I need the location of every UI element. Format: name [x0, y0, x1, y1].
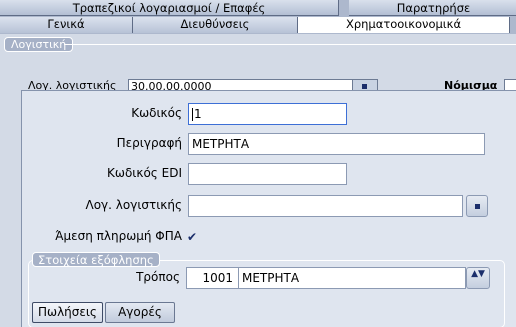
- edi-code-label: Κωδικός EDI: [107, 166, 182, 180]
- account-label: Λογ. λογιστικής: [85, 198, 183, 212]
- description-label: Περιγραφή: [116, 136, 182, 150]
- method-select[interactable]: ΜΕΤΡΗΤΑ: [238, 267, 466, 289]
- text-cursor: [192, 108, 193, 121]
- account-lookup-button[interactable]: [466, 195, 488, 217]
- tab-notes[interactable]: Παρατηρήσε: [349, 0, 516, 16]
- account-row: Λογ. λογιστικής: [22, 195, 183, 217]
- payment-method-popup: Κωδικός 1 Περιγραφή ΜΕΤΡΗΤΑ Κωδικός EDI …: [21, 90, 516, 327]
- code-label: Κωδικός: [131, 106, 182, 120]
- vat-direct-label: Άμεση πληρωμή ΦΠΑ: [55, 229, 182, 243]
- spinner-arrows-icon[interactable]: ▲▼: [466, 267, 490, 289]
- account-input[interactable]: [188, 195, 463, 217]
- dot-icon: [475, 204, 480, 209]
- description-input[interactable]: ΜΕΤΡΗΤΑ: [188, 133, 485, 155]
- tab-bank-accounts-contacts[interactable]: Τραπεζικοί λογαριασμοί / Επαφές: [0, 0, 339, 16]
- vat-row: Άμεση πληρωμή ΦΠΑ: [22, 226, 182, 248]
- section-divider: [64, 44, 516, 45]
- dot-icon: [362, 84, 367, 89]
- accounting-section-caption: Λογιστική: [4, 37, 74, 52]
- edi-code-row: Κωδικός EDI: [22, 163, 182, 185]
- top-tab-bar: Τραπεζικοί λογαριασμοί / Επαφές Παρατηρή…: [0, 0, 516, 16]
- tab-financial[interactable]: Χρηματοοικονομικά: [298, 17, 510, 33]
- edi-code-input[interactable]: [188, 163, 347, 185]
- code-input[interactable]: 1: [188, 103, 347, 125]
- method-label: Τρόπος: [136, 270, 180, 284]
- tab-addresses[interactable]: Διευθύνσεις: [133, 17, 298, 33]
- method-code[interactable]: 1001: [186, 267, 238, 289]
- tab-general[interactable]: Γενικά: [0, 17, 133, 33]
- code-row: Κωδικός: [22, 103, 182, 125]
- sub-tab-bar: Γενικά Διευθύνσεις Χρηματοοικονομικά: [0, 16, 516, 34]
- description-row: Περιγραφή: [22, 133, 182, 155]
- method-row: Τρόπος: [22, 267, 180, 289]
- code-value: 1: [194, 107, 202, 121]
- payment-details-caption: Στοιχεία εξόφλησης: [32, 252, 160, 267]
- tab-purchases[interactable]: Αγορές: [105, 302, 175, 323]
- tab-sales[interactable]: Πωλήσεις: [32, 302, 103, 323]
- vat-direct-checkbox[interactable]: ✔: [187, 229, 197, 245]
